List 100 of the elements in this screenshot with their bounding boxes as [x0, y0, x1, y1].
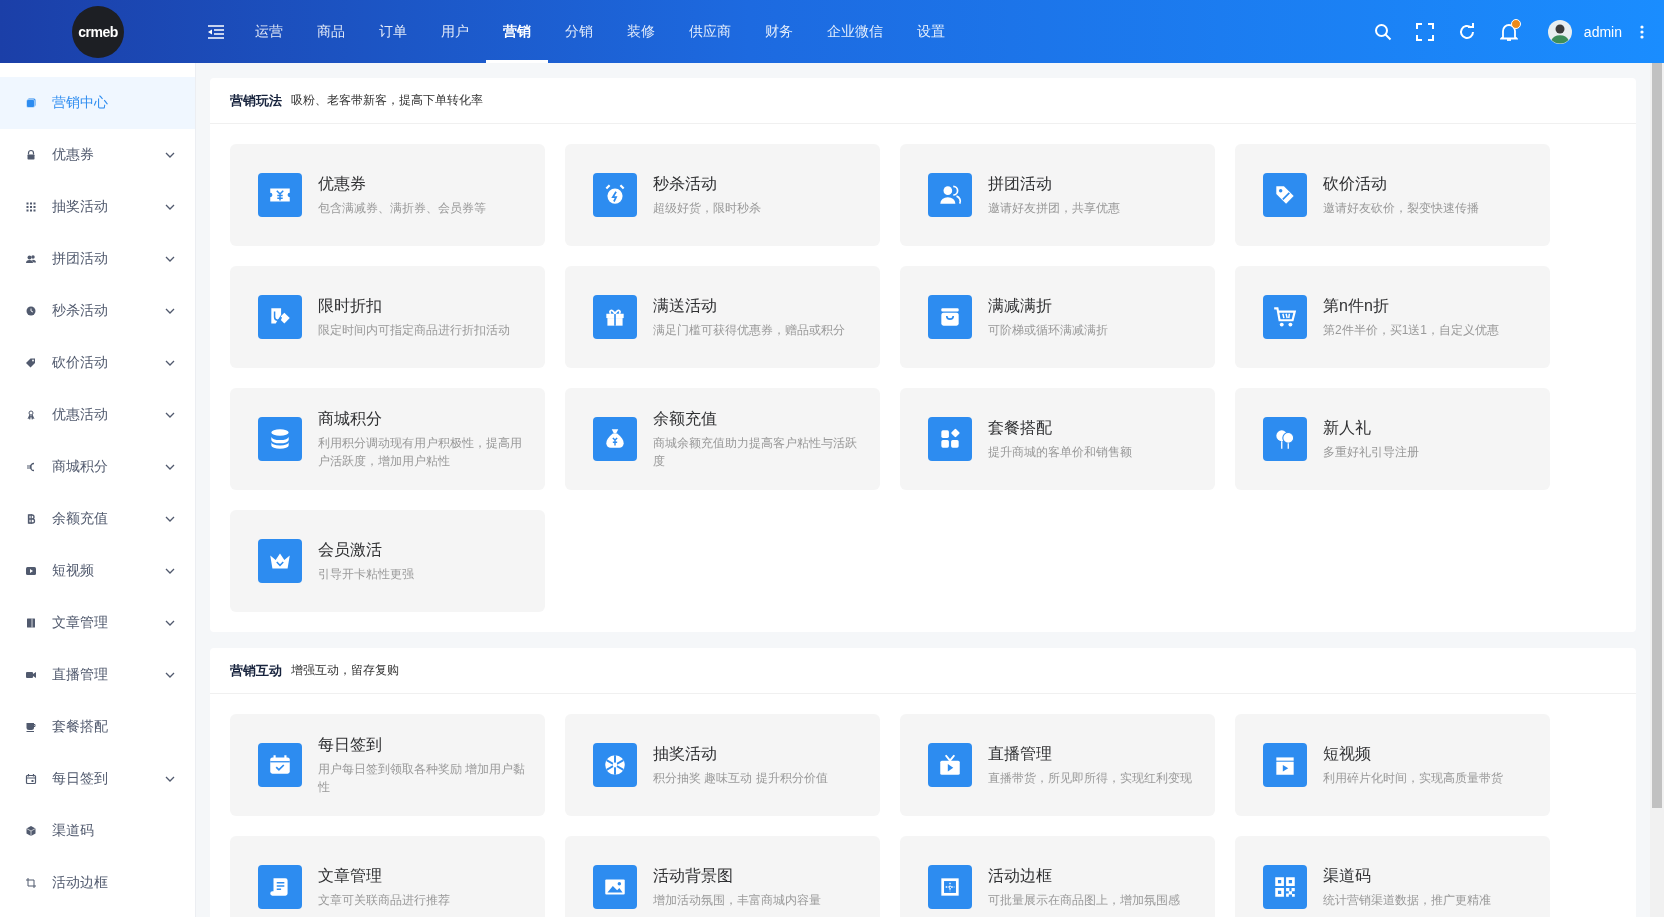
- menu-fold-icon[interactable]: [208, 24, 224, 39]
- chevron-down-icon[interactable]: [165, 358, 175, 368]
- sidebar-label: 营销中心: [52, 94, 108, 112]
- nav-tab[interactable]: 营销: [486, 0, 548, 63]
- card-description: 统计营销渠道数据，推广更精准: [1323, 891, 1491, 909]
- bell-icon[interactable]: [1499, 22, 1518, 41]
- sidebar-label: 拼团活动: [52, 250, 108, 268]
- sidebar-item[interactable]: 秒杀活动: [0, 285, 195, 337]
- nav-tab[interactable]: 供应商: [672, 0, 748, 63]
- card-description: 引导开卡粘性更强: [318, 565, 414, 583]
- tv-icon: [928, 743, 972, 787]
- sidebar-label: 渠道码: [52, 822, 94, 840]
- card-title: 文章管理: [318, 865, 383, 886]
- feature-card[interactable]: 余额充值 商城余额充值助力提高客户粘性与活跃度: [565, 388, 880, 490]
- nav-tab[interactable]: 订单: [362, 0, 424, 63]
- feature-card[interactable]: 活动背景图 增加活动氛围，丰富商城内容量: [565, 836, 880, 917]
- chevron-down-icon[interactable]: [165, 254, 175, 264]
- chevron-down-icon[interactable]: [165, 410, 175, 420]
- sidebar-item[interactable]: 直播管理: [0, 649, 195, 701]
- nav-tab[interactable]: 用户: [424, 0, 486, 63]
- feature-card[interactable]: 满送活动 满足门槛可获得优惠券，赠品或积分: [565, 266, 880, 368]
- video-clip-icon: [1263, 743, 1307, 787]
- chevron-down-icon[interactable]: [165, 462, 175, 472]
- card-description: 商城余额充值助力提高客户粘性与活跃度: [653, 434, 858, 470]
- ticket-icon: [258, 173, 302, 217]
- card-title: 秒杀活动: [653, 173, 718, 194]
- calendar-icon: [258, 743, 302, 787]
- card-description: 超级好货，限时秒杀: [653, 199, 761, 217]
- nav-tab[interactable]: 企业微信: [810, 0, 900, 63]
- sidebar-label: 优惠券: [52, 146, 94, 164]
- more-icon[interactable]: [1640, 24, 1644, 39]
- sidebar-item[interactable]: 渠道码: [0, 805, 195, 857]
- card-description: 利用碎片化时间，实现高质量带货: [1323, 769, 1503, 787]
- sidebar-item[interactable]: 商城积分: [0, 441, 195, 493]
- sidebar-label: 每日签到: [52, 770, 108, 788]
- card-title: 满减满折: [988, 295, 1053, 316]
- sidebar-item[interactable]: 短视频: [0, 545, 195, 597]
- card-title: 渠道码: [1323, 865, 1372, 886]
- card-title: 直播管理: [988, 743, 1053, 764]
- nav-tab[interactable]: 设置: [900, 0, 962, 63]
- sidebar-item[interactable]: 砍价活动: [0, 337, 195, 389]
- sidebar-item[interactable]: 拼团活动: [0, 233, 195, 285]
- video-play-icon: [25, 565, 37, 577]
- card-title: 套餐搭配: [988, 417, 1053, 438]
- sidebar-item[interactable]: 优惠活动: [0, 389, 195, 441]
- chevron-down-icon[interactable]: [165, 566, 175, 576]
- section-subtitle: 增强互动，留存复购: [291, 662, 399, 679]
- feature-card[interactable]: 商城积分 利用积分调动现有用户积极性，提高用户活跃度，增加用户粘性: [230, 388, 545, 490]
- feature-card[interactable]: 短视频 利用碎片化时间，实现高质量带货: [1235, 714, 1550, 816]
- nav-tab[interactable]: 分销: [548, 0, 610, 63]
- feature-card[interactable]: 每日签到 用户每日签到领取各种奖励 增加用户黏性: [230, 714, 545, 816]
- chevron-down-icon[interactable]: [165, 514, 175, 524]
- chevron-down-icon[interactable]: [165, 306, 175, 316]
- grid-icon: [928, 417, 972, 461]
- chevron-down-icon[interactable]: [165, 618, 175, 628]
- sidebar-item[interactable]: 每日签到: [0, 753, 195, 805]
- feature-card[interactable]: 满减满折 可阶梯或循环满减满折: [900, 266, 1215, 368]
- chevron-down-icon[interactable]: [165, 150, 175, 160]
- nav-tab[interactable]: 财务: [748, 0, 810, 63]
- card-title: 抽奖活动: [653, 743, 718, 764]
- search-icon[interactable]: [1373, 22, 1392, 41]
- nav-tab[interactable]: 装修: [610, 0, 672, 63]
- nav-tab[interactable]: 商品: [300, 0, 362, 63]
- feature-card[interactable]: 直播管理 直播带货，所见即所得，实现红利变现: [900, 714, 1215, 816]
- nav-tab[interactable]: 运营: [238, 0, 300, 63]
- feature-card[interactable]: 限时折扣 限定时间内可指定商品进行折扣活动: [230, 266, 545, 368]
- feature-card[interactable]: 新人礼 多重好礼引导注册: [1235, 388, 1550, 490]
- avatar[interactable]: [1547, 19, 1572, 44]
- sidebar-item[interactable]: 套餐搭配: [0, 701, 195, 753]
- chevron-down-icon[interactable]: [165, 202, 175, 212]
- feature-card[interactable]: 拼团活动 邀请好友拼团，共享优惠: [900, 144, 1215, 246]
- feature-card[interactable]: 第n件n折 第2件半价，买1送1，自定义优惠: [1235, 266, 1550, 368]
- feature-card[interactable]: 优惠券 包含满减券、满折券、会员券等: [230, 144, 545, 246]
- sidebar-item[interactable]: 文章管理: [0, 597, 195, 649]
- sidebar-label: 余额充值: [52, 510, 108, 528]
- feature-card[interactable]: 秒杀活动 超级好货，限时秒杀: [565, 144, 880, 246]
- sidebar-item[interactable]: 优惠券: [0, 129, 195, 181]
- sidebar-label: 秒杀活动: [52, 302, 108, 320]
- feature-card[interactable]: 活动边框 可批量展示在商品图上，增加氛围感: [900, 836, 1215, 917]
- chevron-down-icon[interactable]: [165, 774, 175, 784]
- tag-icon: [258, 295, 302, 339]
- section-subtitle: 吸粉、老客带新客，提高下单转化率: [291, 92, 483, 109]
- fullscreen-icon[interactable]: [1415, 22, 1434, 41]
- scrollbar[interactable]: [1650, 63, 1664, 917]
- sidebar-item[interactable]: 活动边框: [0, 857, 195, 909]
- feature-card[interactable]: 砍价活动 邀请好友砍价，裂变快速传播: [1235, 144, 1550, 246]
- chevron-down-icon[interactable]: [165, 670, 175, 680]
- feature-card[interactable]: 抽奖活动 积分抽奖 趣味互动 提升积分价值: [565, 714, 880, 816]
- refresh-icon[interactable]: [1457, 22, 1476, 41]
- logo[interactable]: crmeb: [72, 5, 124, 58]
- sidebar-item[interactable]: 余额充值: [0, 493, 195, 545]
- feature-card[interactable]: 会员激活 引导开卡粘性更强: [230, 510, 545, 612]
- gift-icon: [593, 295, 637, 339]
- sidebar-item[interactable]: 抽奖活动: [0, 181, 195, 233]
- feature-card[interactable]: 文章管理 文章可关联商品进行推荐: [230, 836, 545, 917]
- section-title: 营销互动: [230, 661, 282, 680]
- card-description: 包含满减券、满折券、会员券等: [318, 199, 486, 217]
- feature-card[interactable]: 渠道码 统计营销渠道数据，推广更精准: [1235, 836, 1550, 917]
- feature-card[interactable]: 套餐搭配 提升商城的客单价和销售额: [900, 388, 1215, 490]
- card-title: 砍价活动: [1323, 173, 1388, 194]
